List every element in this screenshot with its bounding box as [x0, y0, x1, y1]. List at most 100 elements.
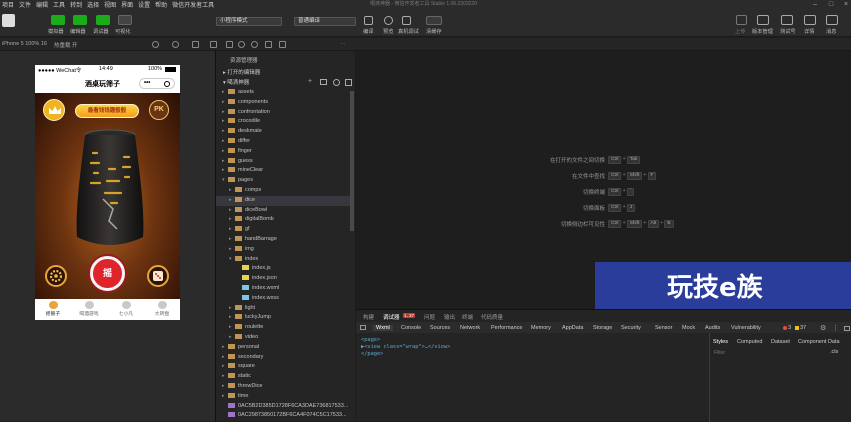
more-icon[interactable]: ···	[340, 41, 346, 47]
tree-folder[interactable]: ▸ confrontation	[216, 108, 354, 118]
details-icon[interactable]	[804, 15, 816, 25]
tree-folder[interactable]: ▸ img	[216, 245, 354, 255]
pk-button[interactable]: PK	[149, 100, 169, 120]
tree-folder[interactable]: ▸ gf	[216, 225, 354, 235]
warning-count[interactable]: 37	[800, 325, 806, 331]
tree-folder[interactable]: ▸ roulette	[216, 323, 354, 333]
tree-folder[interactable]: ▸ guess	[216, 157, 354, 167]
tree-folder[interactable]: ▸ secondary	[216, 353, 354, 363]
error-count[interactable]: 3	[788, 325, 791, 331]
phone-icon[interactable]	[192, 41, 199, 48]
devtab-storage[interactable]: Storage	[593, 325, 612, 331]
tree-file[interactable]: index.js	[216, 264, 354, 274]
tree-folder[interactable]: ▸ square	[216, 362, 354, 372]
speaker-icon[interactable]	[210, 41, 217, 48]
avatar[interactable]	[2, 14, 15, 27]
menu-tools[interactable]: 工具	[53, 0, 65, 9]
menu-view[interactable]: 视图	[104, 0, 116, 9]
devtab-wxml[interactable]: Wxml	[373, 325, 393, 331]
tree-file[interactable]: index.wxss	[216, 294, 354, 304]
tree-folder[interactable]: ▸ time	[216, 392, 354, 402]
tab-problems[interactable]: 问题	[424, 313, 435, 321]
tree-folder[interactable]: ▸ personal	[216, 343, 354, 353]
tree-folder[interactable]: ▸ diceBowl	[216, 206, 354, 216]
tab-build[interactable]: 构建	[363, 313, 374, 321]
close-icon[interactable]: ×	[841, 0, 851, 9]
more-vert-icon[interactable]: ⋮	[832, 324, 839, 332]
compile-icon[interactable]	[364, 16, 373, 25]
mode-select[interactable]: 小程序模式	[216, 17, 282, 26]
tree-folder[interactable]: ▸ components	[216, 98, 354, 108]
devtab-audits[interactable]: Audits	[705, 325, 720, 331]
tree-file[interactable]: index.json	[216, 274, 354, 284]
branch-icon[interactable]	[251, 41, 258, 48]
devtab-sensor[interactable]: Sensor	[655, 325, 672, 331]
messages-icon[interactable]	[826, 15, 838, 25]
menu-file[interactable]: 文件	[19, 0, 31, 9]
menu-help[interactable]: 帮助	[155, 0, 167, 9]
tab-drinking-game[interactable]: 喝酒游戏	[74, 301, 104, 317]
tree-folder[interactable]: ▸ finger	[216, 147, 354, 157]
explorer-scrollbar[interactable]	[350, 91, 354, 231]
tab-qixiaofan[interactable]: 七小凡	[111, 301, 141, 317]
real-debug-icon[interactable]	[402, 16, 411, 25]
devtab-sources[interactable]: Sources	[430, 325, 450, 331]
refresh-tree-icon[interactable]	[333, 79, 340, 86]
tree-folder[interactable]: ▸ crocodile	[216, 117, 354, 127]
menu-wechat-devtools[interactable]: 微信开发者工具	[172, 0, 214, 9]
new-folder-icon[interactable]	[320, 79, 327, 85]
tree-folder[interactable]: ▸ deskmate	[216, 127, 354, 137]
tree-file[interactable]: 0AC29873850172BF6CA4F074C5C17533...	[216, 411, 354, 421]
tab-debugger[interactable]: 调试器	[383, 313, 400, 321]
simulator-button[interactable]	[51, 15, 65, 25]
clear-cache-icon[interactable]	[426, 16, 442, 25]
menu-interface[interactable]: 界面	[121, 0, 133, 9]
devtab-vulnerability[interactable]: Vulnerability	[731, 325, 761, 331]
tree-folder[interactable]: ▸ digitalBomb	[216, 215, 354, 225]
tree-folder[interactable]: ▾ index	[216, 255, 354, 265]
tree-folder[interactable]: ▸ assets	[216, 88, 354, 98]
tab-code-quality[interactable]: 代码质量	[481, 313, 503, 321]
cls-toggle[interactable]: .cls	[830, 349, 838, 355]
extension-icon[interactable]	[279, 41, 286, 48]
tree-folder[interactable]: ▸ mineClear	[216, 166, 354, 176]
devtab-mock[interactable]: Mock	[682, 325, 695, 331]
menu-edit[interactable]: 编辑	[36, 0, 48, 9]
tree-folder[interactable]: ▸ dice	[216, 195, 354, 206]
tree-folder[interactable]: ▸ comps	[216, 186, 354, 196]
collapse-icon[interactable]	[345, 79, 352, 86]
dock-icon[interactable]	[844, 326, 850, 331]
tab-output[interactable]: 输出	[444, 313, 455, 321]
tree-file[interactable]: index.wxml	[216, 284, 354, 294]
compile-select[interactable]: 普通编译	[294, 17, 356, 26]
tree-folder[interactable]: ▸ luckyJump	[216, 313, 354, 323]
tab-dice[interactable]: 摇骰子	[38, 301, 68, 317]
tree-folder[interactable]: ▸ light	[216, 304, 354, 314]
version-icon[interactable]	[757, 15, 769, 25]
menu-select[interactable]: 选择	[87, 0, 99, 9]
maximize-icon[interactable]: □	[826, 0, 836, 9]
more-dots-icon[interactable]: •••	[144, 80, 150, 86]
refresh-icon[interactable]	[152, 41, 159, 48]
banner-button[interactable]: 最看钱钱趣骰骰	[75, 104, 139, 118]
stop-icon[interactable]	[172, 41, 179, 48]
wxml-line-page-close[interactable]: </page>	[361, 351, 383, 357]
debugger-button[interactable]	[96, 15, 110, 25]
devtab-console[interactable]: Console	[401, 325, 421, 331]
tab-terminal[interactable]: 终端	[462, 313, 473, 321]
computed-tab[interactable]: Computed	[737, 339, 762, 345]
visual-button[interactable]	[118, 15, 132, 25]
dataset-tab[interactable]: Dataset	[771, 339, 790, 345]
menu-settings[interactable]: 设置	[138, 0, 150, 9]
devtab-performance[interactable]: Performance	[491, 325, 523, 331]
devtab-network[interactable]: Network	[460, 325, 480, 331]
preview-icon[interactable]	[384, 16, 393, 25]
wxml-line-page-open[interactable]: <page>	[361, 337, 380, 343]
settings-gear-icon[interactable]: ⚙	[820, 324, 826, 332]
tree-folder[interactable]: ▸ static	[216, 372, 354, 382]
menu-project[interactable]: 项目	[2, 0, 14, 9]
tree-folder[interactable]: ▸ throwDice	[216, 382, 354, 392]
wxml-line-view[interactable]: ▶<view class="wrap">…</view>	[361, 344, 450, 350]
upload-icon[interactable]	[736, 15, 747, 25]
editor-button[interactable]	[73, 15, 87, 25]
